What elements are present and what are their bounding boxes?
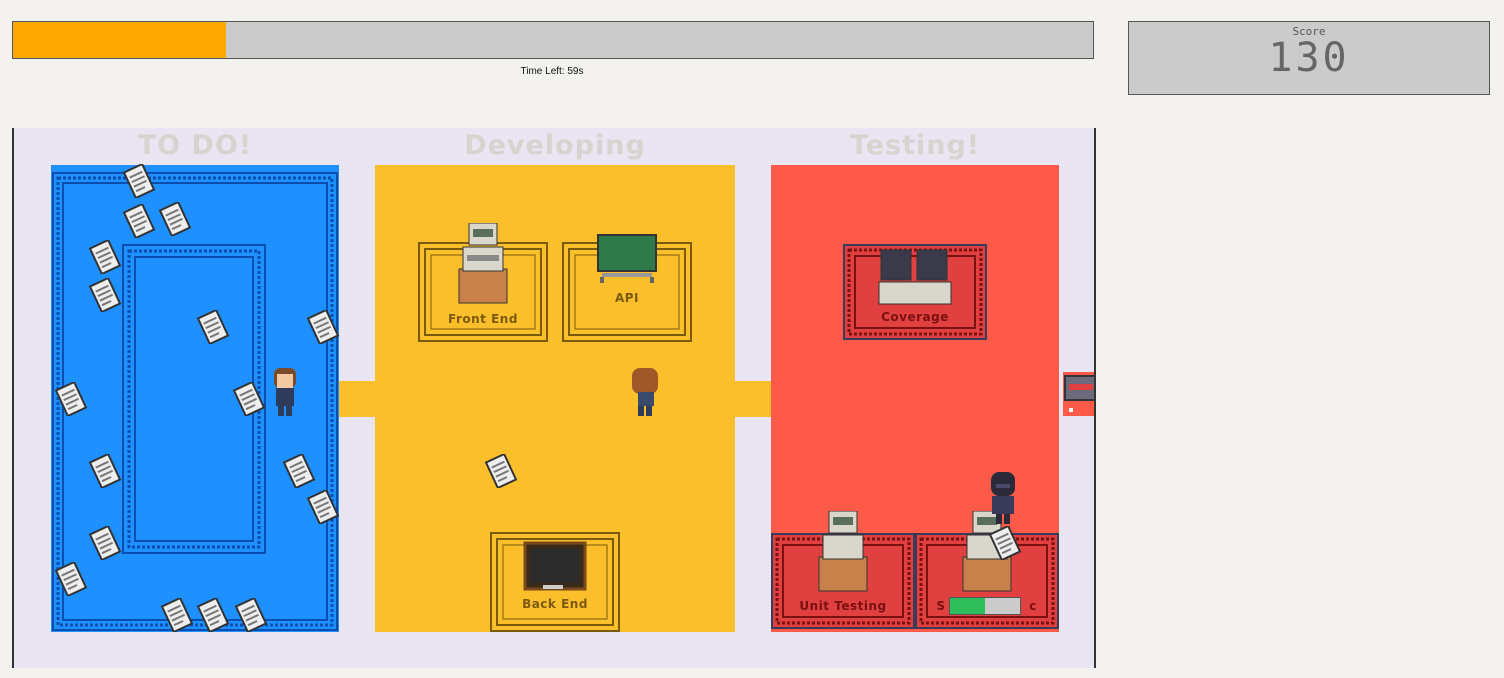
task-paper-icon[interactable] <box>988 526 1022 560</box>
task-paper-icon[interactable] <box>88 454 122 488</box>
front-end-label: Front End <box>448 312 518 326</box>
task-paper-icon[interactable] <box>196 598 230 632</box>
coverage-label: Coverage <box>881 310 949 324</box>
task-paper-icon[interactable] <box>306 490 340 524</box>
tester-character[interactable] <box>986 470 1020 526</box>
api-station[interactable]: API <box>561 234 693 343</box>
task-paper-icon[interactable] <box>122 204 156 238</box>
task-paper-icon[interactable] <box>122 164 156 198</box>
task-paper-icon[interactable] <box>54 562 88 596</box>
game-board[interactable]: TO DO! Developing Testing! Front End API… <box>12 128 1096 668</box>
back-end-label: Back End <box>522 597 588 611</box>
timer-fill <box>13 22 226 58</box>
station-progress-fill <box>950 598 985 614</box>
api-label: API <box>614 291 640 305</box>
testing-column-title: Testing! <box>849 130 981 161</box>
task-paper-icon[interactable] <box>54 382 88 416</box>
time-left-text: Time Left: 59s <box>520 66 584 77</box>
task-paper-icon[interactable] <box>484 454 518 488</box>
developing-testing-connector <box>735 381 771 417</box>
task-paper-icon[interactable] <box>196 310 230 344</box>
task-paper-icon[interactable] <box>234 598 268 632</box>
score-value: 130 <box>1268 35 1350 81</box>
developer-character-1[interactable] <box>268 366 300 418</box>
back-end-station[interactable]: Back End <box>489 531 621 633</box>
computer-desk-icon <box>818 511 868 592</box>
station-progress-bar <box>949 597 1021 615</box>
testing-station-6[interactable]: S c <box>915 511 1059 629</box>
todo-developing-connector <box>339 381 375 417</box>
timer-bar <box>12 21 1094 59</box>
blackboard-icon <box>523 541 587 591</box>
coverage-station[interactable]: Coverage <box>843 244 987 340</box>
task-paper-icon[interactable] <box>160 598 194 632</box>
task-paper-icon[interactable] <box>88 526 122 560</box>
dual-monitor-icon <box>878 249 952 305</box>
unit-testing-station[interactable]: Unit Testing <box>771 511 915 629</box>
task-paper-icon[interactable] <box>88 278 122 312</box>
todo-column-title: TO DO! <box>137 130 253 161</box>
task-paper-icon[interactable] <box>88 240 122 274</box>
developing-column-title: Developing <box>464 130 646 161</box>
front-end-station[interactable]: Front End <box>417 223 549 343</box>
task-paper-icon[interactable] <box>232 382 266 416</box>
task-paper-icon[interactable] <box>306 310 340 344</box>
score-box: Score 130 <box>1128 21 1490 95</box>
whiteboard-icon <box>597 234 657 283</box>
exit-door-icon[interactable] <box>1063 372 1095 416</box>
task-paper-icon[interactable] <box>158 202 192 236</box>
computer-desk-icon <box>458 223 508 304</box>
task-paper-icon[interactable] <box>282 454 316 488</box>
developer-character-2[interactable] <box>628 366 660 418</box>
